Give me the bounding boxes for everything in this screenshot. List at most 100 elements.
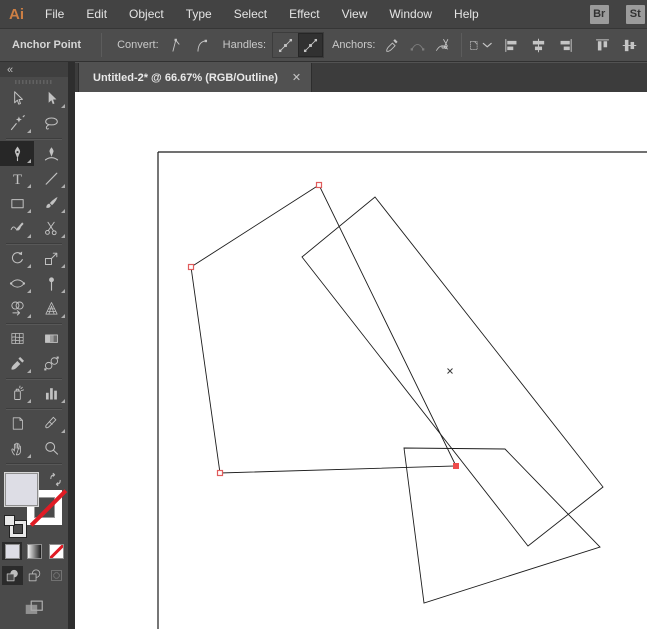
stock-button[interactable]: St — [625, 4, 645, 24]
rectangle-tool[interactable] — [0, 191, 34, 216]
swap-fill-stroke-icon[interactable] — [48, 472, 63, 492]
tool-flyout-badge — [61, 289, 65, 293]
handles-diagonal-button[interactable] — [273, 33, 298, 57]
tool-flyout-badge — [27, 159, 31, 163]
lasso-tool[interactable] — [34, 111, 68, 136]
tool-flyout-badge — [27, 289, 31, 293]
paint-style-buttons — [0, 542, 68, 560]
convert-corner-button[interactable] — [164, 33, 189, 57]
anchor-pen-button[interactable] — [380, 33, 405, 57]
pen-tool[interactable] — [0, 141, 34, 166]
menu-edit[interactable]: Edit — [75, 0, 118, 29]
curvature-tool[interactable] — [34, 141, 68, 166]
convert-buttons — [164, 33, 214, 57]
label-handles: Handles: — [222, 39, 267, 51]
magic-wand-tool[interactable] — [0, 111, 34, 136]
menu-window[interactable]: Window — [378, 0, 443, 29]
tools-panel-grip[interactable] — [0, 77, 68, 86]
perspective-grid-tool[interactable] — [34, 296, 68, 321]
align-top-button[interactable] — [590, 33, 615, 57]
align-right-button[interactable] — [553, 33, 578, 57]
control-bar-title: Anchor Point — [12, 39, 82, 51]
object-center-mark — [447, 368, 453, 374]
align-left-button[interactable] — [499, 33, 524, 57]
bridge-button[interactable]: Br — [589, 4, 609, 24]
convert-smooth-button[interactable] — [189, 33, 214, 57]
change-screen-mode-button[interactable] — [0, 597, 68, 619]
document-tab[interactable]: Untitled-2* @ 66.67% (RGB/Outline) ✕ — [78, 63, 313, 92]
tool-flyout-badge — [61, 104, 65, 108]
paintbrush-tool[interactable] — [34, 191, 68, 216]
anchor-cut-button[interactable] — [430, 33, 455, 57]
tool-flyout-badge — [61, 184, 65, 188]
handles-diagonal-button[interactable] — [298, 33, 324, 57]
eyedropper-tool[interactable] — [0, 351, 34, 376]
scissors-tool[interactable] — [34, 216, 68, 241]
menu-items: File Edit Object Type Select Effect View Window… — [34, 0, 490, 29]
document-setup-button[interactable] — [468, 33, 493, 57]
fill-swatch[interactable] — [6, 474, 37, 505]
tools-panel: « T — [0, 62, 68, 629]
gradient-paint-button[interactable] — [24, 542, 44, 560]
tool-flyout-badge — [27, 264, 31, 268]
rotate-tool[interactable] — [0, 246, 34, 271]
symbol-sprayer-tool[interactable] — [0, 381, 34, 406]
tool-flyout-badge — [61, 209, 65, 213]
none-paint-button[interactable] — [46, 542, 66, 560]
app-logo: Ai — [9, 5, 24, 23]
color-paint-button[interactable] — [2, 542, 22, 560]
zoom-tool[interactable] — [34, 436, 68, 461]
default-fill-stroke-icon[interactable] — [5, 516, 26, 537]
control-divider — [101, 33, 103, 57]
menu-file[interactable]: File — [34, 0, 75, 29]
tool-flyout-badge — [61, 234, 65, 238]
tool-flyout-badge — [27, 129, 31, 133]
line-segment-tool[interactable] — [34, 166, 68, 191]
menu-effect[interactable]: Effect — [278, 0, 330, 29]
anchor-point-hollow — [187, 263, 195, 271]
draw-behind-button[interactable] — [24, 566, 45, 585]
bottom-quad — [403, 447, 601, 604]
tool-flyout-badge — [27, 234, 31, 238]
tool-flyout-badge — [61, 429, 65, 433]
align-middle-v-button[interactable] — [617, 33, 642, 57]
anchor-point-hollow — [216, 469, 224, 477]
gradient-tool[interactable] — [34, 326, 68, 351]
width-tool[interactable] — [0, 271, 34, 296]
menu-select[interactable]: Select — [223, 0, 278, 29]
direct-selection-tool[interactable] — [0, 86, 34, 111]
shaper-tool[interactable] — [0, 216, 34, 241]
scale-tool[interactable] — [34, 246, 68, 271]
fill-stroke-swatches — [0, 472, 68, 538]
mesh-tool[interactable] — [0, 326, 34, 351]
blend-tool[interactable] — [34, 351, 68, 376]
collapse-panel-icon[interactable]: « — [7, 64, 13, 75]
document-tab-title: Untitled-2* @ 66.67% (RGB/Outline) — [93, 71, 278, 84]
type-tool[interactable]: T — [0, 166, 34, 191]
selection-tool[interactable] — [34, 86, 68, 111]
align-center-h-button[interactable] — [526, 33, 551, 57]
tool-flyout-badge — [61, 399, 65, 403]
handles-buttons — [273, 33, 324, 57]
column-graph-tool[interactable] — [34, 381, 68, 406]
puppet-warp-tool[interactable] — [34, 271, 68, 296]
menu-object[interactable]: Object — [118, 0, 175, 29]
artboard-tool[interactable] — [0, 411, 34, 436]
draw-normal-button[interactable] — [1, 566, 23, 585]
canvas[interactable] — [75, 92, 647, 629]
close-tab-icon[interactable]: ✕ — [292, 71, 301, 84]
control-groups: Convert: Handles: Anchors: — [108, 33, 455, 57]
menu-help[interactable]: Help — [443, 0, 490, 29]
rotated-rectangle — [301, 196, 604, 547]
align-buttons — [499, 33, 647, 57]
slice-tool[interactable] — [34, 411, 68, 436]
menu-view[interactable]: View — [331, 0, 379, 29]
anchors-buttons — [380, 33, 455, 57]
menu-type[interactable]: Type — [175, 0, 223, 29]
panel-gutter — [68, 62, 75, 629]
label-anchors: Anchors: — [332, 39, 376, 51]
draw-inside-button[interactable] — [46, 566, 67, 585]
hand-tool[interactable] — [0, 436, 34, 461]
anchor-curve-button[interactable] — [405, 33, 430, 57]
shape-builder-tool[interactable] — [0, 296, 34, 321]
